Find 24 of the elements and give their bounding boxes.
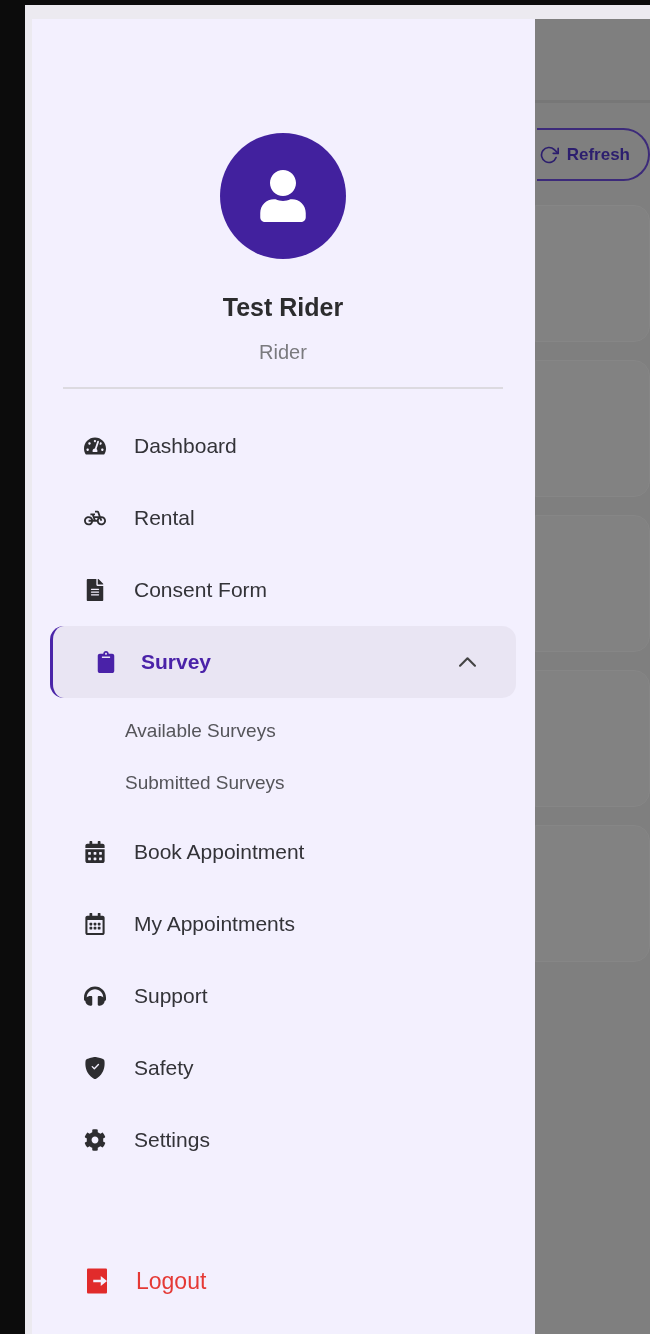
- menu-item[interactable]: Consent Form: [50, 553, 516, 626]
- menu-item[interactable]: Survey: [50, 625, 516, 698]
- person-icon: [257, 170, 309, 222]
- menu-item[interactable]: Support: [50, 959, 516, 1032]
- refresh-icon: [538, 144, 559, 165]
- submenu-item[interactable]: Submitted Surveys: [50, 757, 516, 810]
- settings-icon: [84, 1128, 106, 1151]
- logout-button[interactable]: Logout: [82, 1263, 516, 1298]
- calendar-icon: [84, 840, 106, 863]
- menu-item[interactable]: Settings: [50, 1103, 516, 1176]
- headphones-icon: [84, 984, 106, 1007]
- menu-item[interactable]: Rental: [50, 481, 516, 554]
- clipboard-icon: [95, 650, 117, 673]
- menu-item[interactable]: Book Appointment: [50, 815, 516, 888]
- chevron-up-icon: [459, 656, 476, 667]
- user-name: Test Rider: [222, 292, 344, 323]
- menu-item[interactable]: My Appointments: [50, 887, 516, 960]
- menu-item[interactable]: Safety: [50, 1031, 516, 1104]
- calendar-icon: [84, 912, 106, 935]
- user-role: Rider: [259, 339, 307, 365]
- submenu-item[interactable]: Available Surveys: [50, 705, 516, 758]
- document-icon: [84, 578, 106, 601]
- menu-item[interactable]: Dashboard: [50, 409, 516, 482]
- shield-check-icon: [84, 1056, 106, 1079]
